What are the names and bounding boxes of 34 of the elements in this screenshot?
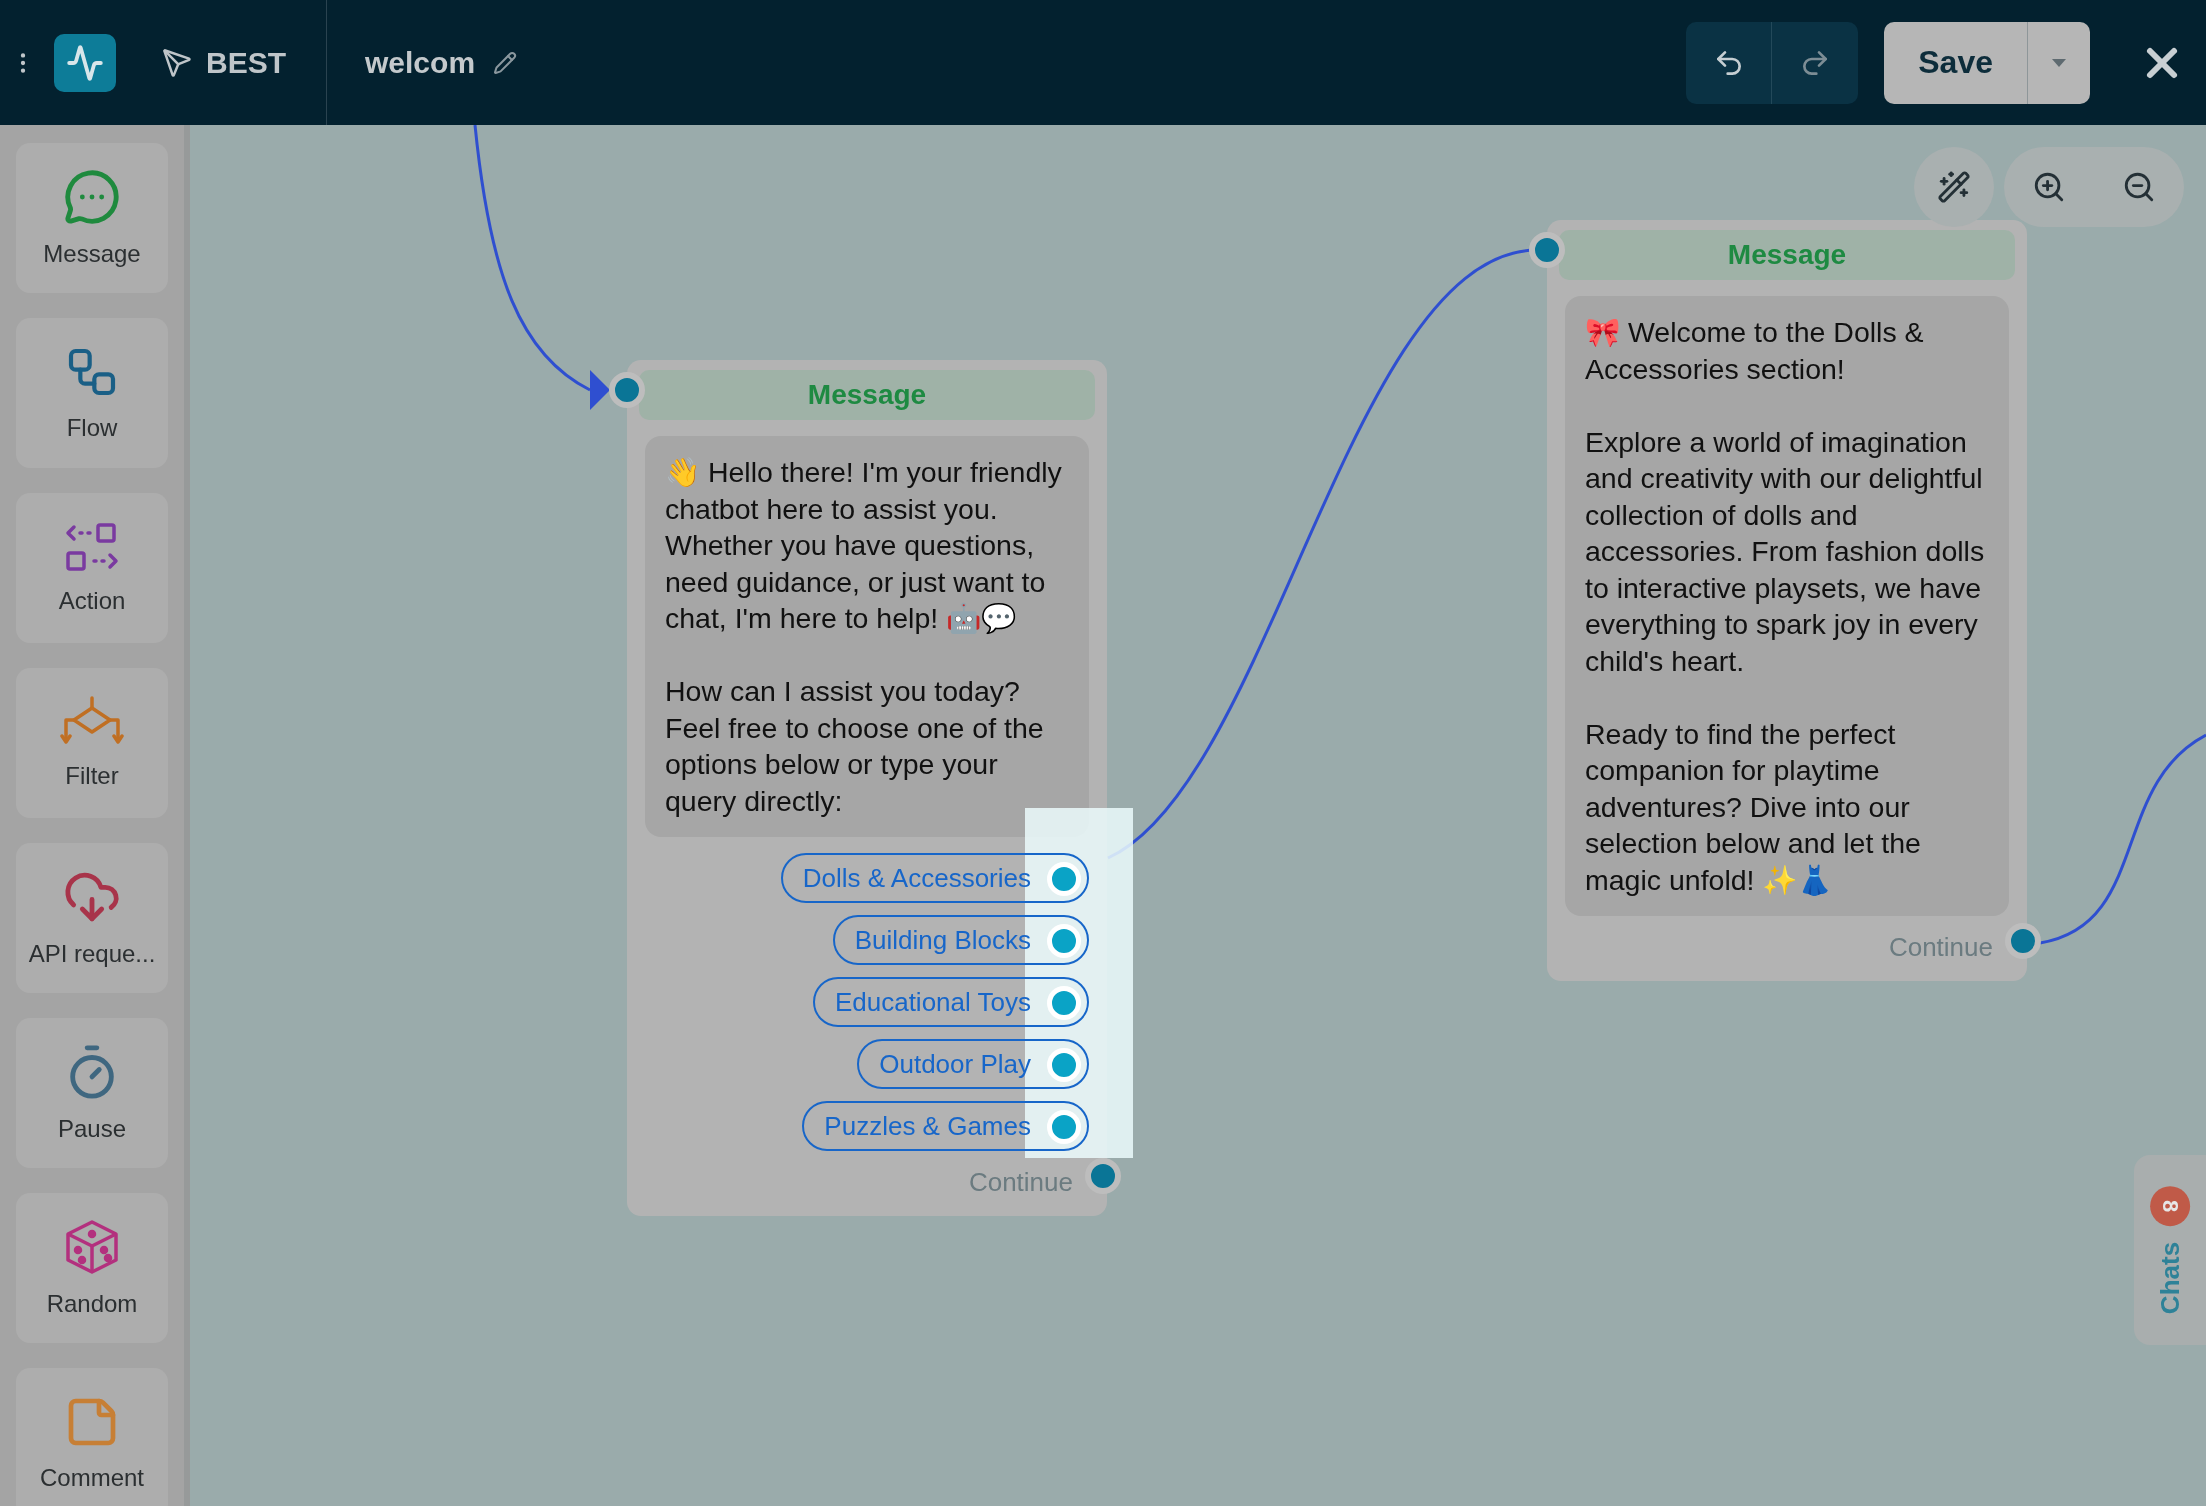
input-port[interactable]	[1529, 232, 1565, 268]
sidebar-item[interactable]: Action	[16, 493, 168, 643]
message-text: 🎀 Welcome to the Dolls & Accessories section! Explore a world of imagination and creativity with our delightful collection of dolls and accessories. From fashion dolls to interactive playsets, we have everything to spark joy in every child's heart. Ready to find the perfect companion for playtime adventures? Dive into our selection below and let the magic unfold! ✨👗	[1565, 296, 2009, 916]
flow-name[interactable]: welcom	[365, 45, 476, 80]
message-text: 👋 Hello there! I'm your friendly chatbot here to assist you. Whether you have questions, need guidance, or just want to chat, I'm here to help! 🤖💬 How can I assist you today? Feel free to choose one of the options below or type your query directly:	[645, 436, 1089, 837]
output-port[interactable]	[1085, 1158, 1121, 1194]
chat-bubble-icon	[63, 168, 121, 226]
bot-name[interactable]: BEST	[206, 45, 286, 80]
output-port[interactable]	[2005, 923, 2041, 959]
continue-label: Continue	[1888, 932, 1993, 963]
node-title: Message	[807, 379, 927, 411]
zoom-in-icon	[2032, 170, 2066, 204]
chats-tab[interactable]: Chats 8	[2134, 1155, 2206, 1345]
node-title: Message	[1727, 239, 1847, 271]
count-badge: 8	[2150, 1185, 2190, 1226]
action-icon	[64, 521, 120, 573]
sidebar-item[interactable]: Random	[16, 1193, 168, 1343]
continue-label: Continue	[968, 1167, 1073, 1198]
dice-icon	[64, 1218, 120, 1276]
edit-icon[interactable]	[493, 50, 518, 75]
zoom-out-icon	[2122, 170, 2156, 204]
caret-icon	[2052, 58, 2066, 67]
sidebar-item[interactable]: Pause	[16, 1018, 168, 1168]
arrow-head-icon	[590, 370, 610, 410]
sidebar-item[interactable]: Flow	[16, 318, 168, 468]
sidebar-item[interactable]: Filter	[16, 668, 168, 818]
logo-icon[interactable]	[54, 33, 116, 92]
sidebar-item[interactable]: API reque...	[16, 843, 168, 993]
message-node[interactable]	[1547, 220, 2027, 981]
sidebar-item[interactable]: Message	[16, 143, 168, 293]
sidebar-item[interactable]: Comment	[16, 1368, 168, 1506]
input-port[interactable]	[609, 372, 645, 408]
magic-wand-icon	[1937, 170, 1971, 204]
send-icon	[162, 47, 192, 78]
